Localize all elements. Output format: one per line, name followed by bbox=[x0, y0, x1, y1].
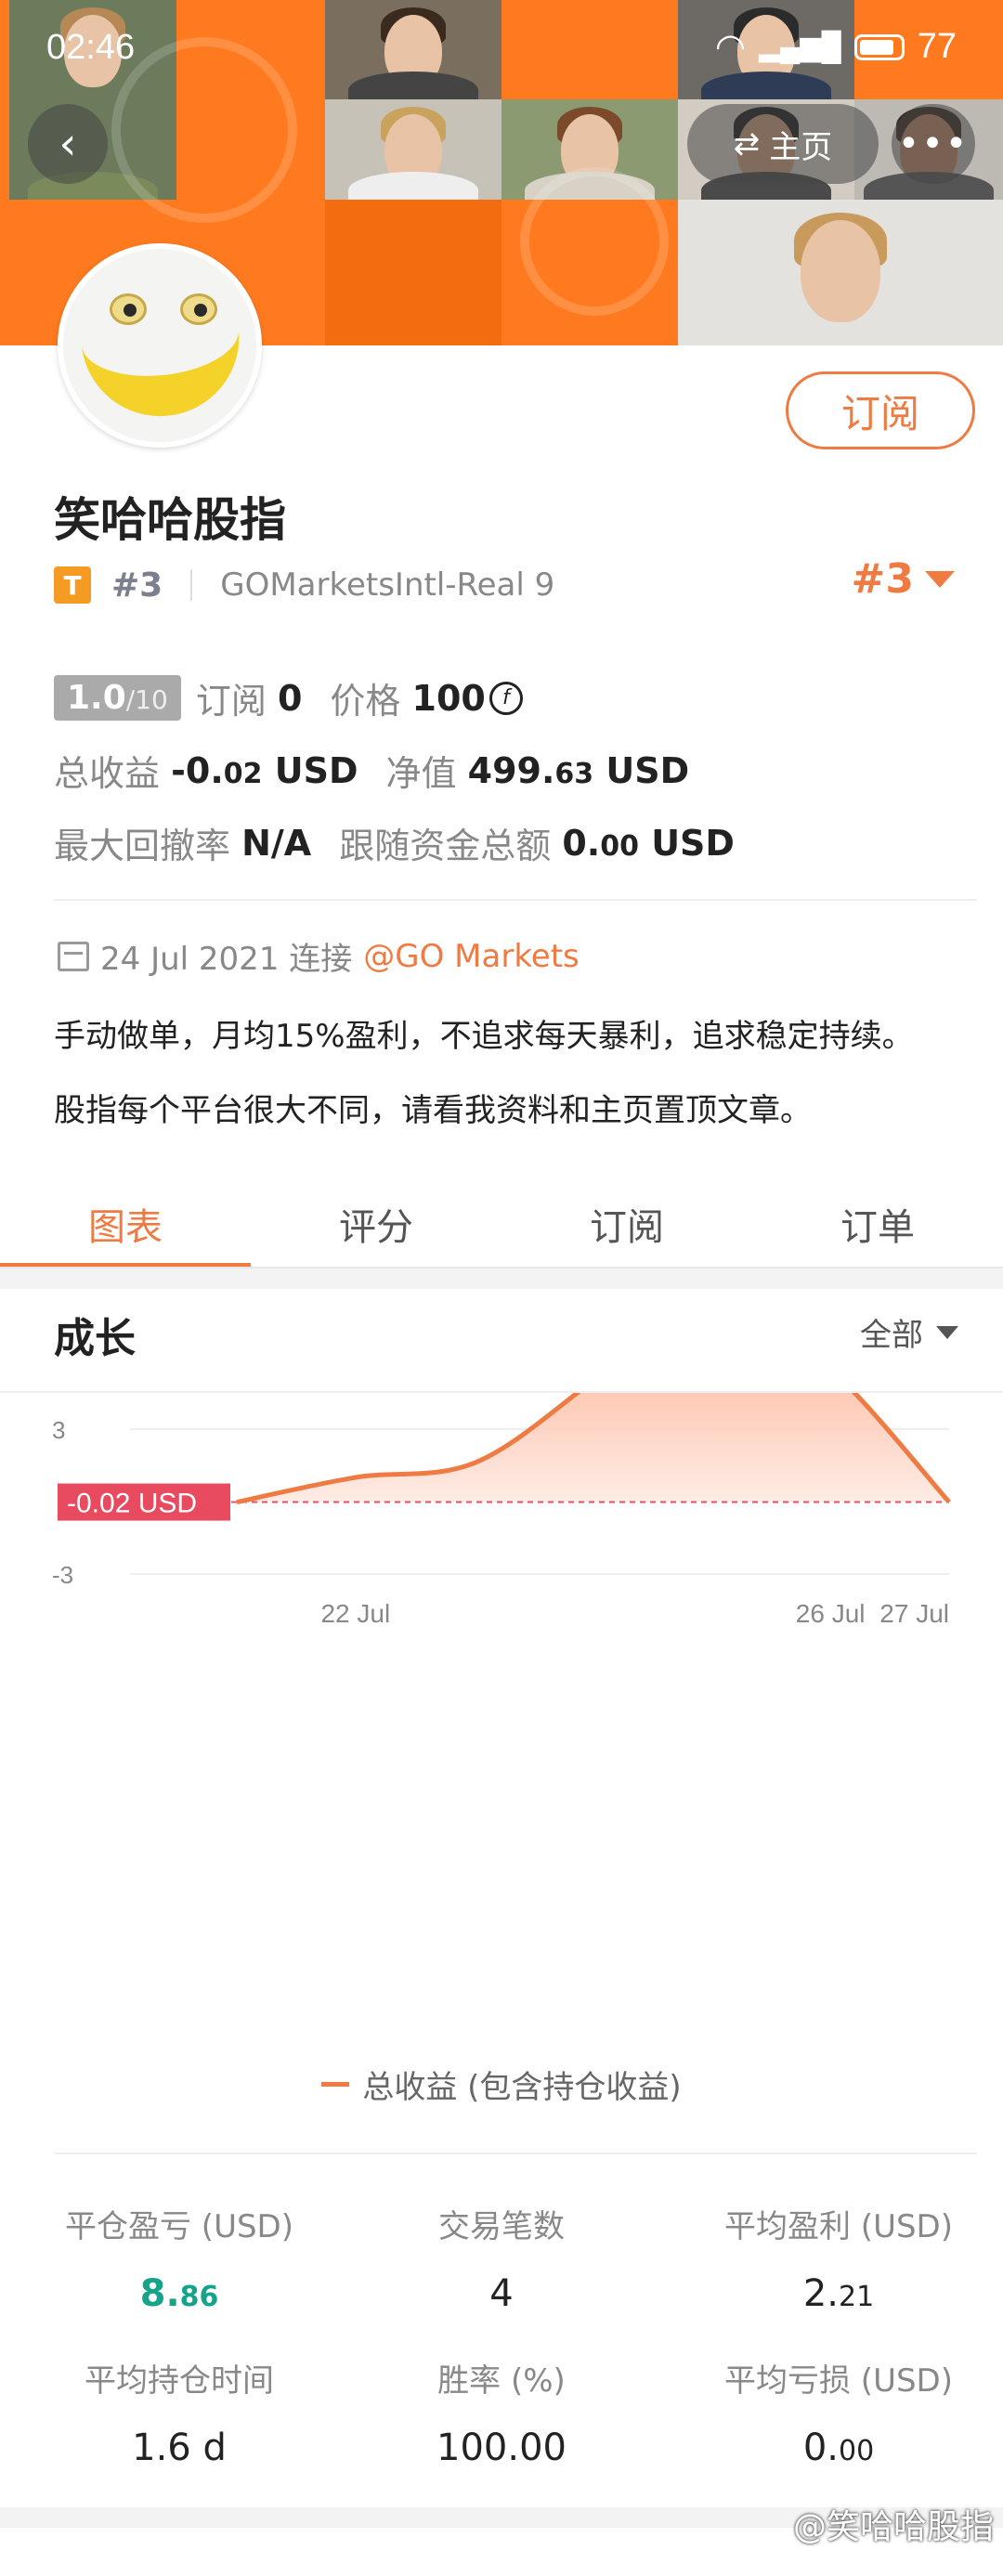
connection-info: 24 Jul 2021 连接 @GO Markets bbox=[58, 933, 580, 979]
banana-smile bbox=[78, 296, 247, 424]
tab-orders[interactable]: 订单 bbox=[752, 1179, 1003, 1268]
swap-icon: ⇄ bbox=[733, 125, 761, 163]
y-tick-label: 3 bbox=[52, 1416, 65, 1444]
rank-small: #3 bbox=[111, 566, 163, 605]
follow-value: 0.00 USD bbox=[562, 822, 735, 864]
stats-row-1: 1.0/10 订阅 0 价格 100 f bbox=[54, 672, 523, 723]
metric-value: 8.86 bbox=[139, 2272, 219, 2315]
subscribe-button[interactable]: 订阅 bbox=[786, 371, 975, 449]
metric-win-rate: 胜率 (%) 100.00 bbox=[348, 2355, 655, 2469]
tab-rating[interactable]: 评分 bbox=[251, 1179, 502, 1268]
x-tick-label: 22 Jul bbox=[320, 1599, 390, 1628]
avatar bbox=[58, 243, 262, 448]
signal-icon: ▂▄▆█ bbox=[759, 32, 841, 62]
metric-label: 平仓盈亏 (USD) bbox=[65, 2208, 293, 2245]
tab-bar: 图表 评分 订阅 订单 bbox=[0, 1179, 1003, 1268]
range-label: 全部 bbox=[860, 1317, 923, 1354]
tier-badge: T bbox=[54, 566, 91, 604]
caret-down-icon bbox=[936, 1325, 958, 1339]
status-icons: ◠ ▂▄▆█ 77 bbox=[715, 26, 957, 68]
tab-chart[interactable]: 图表 bbox=[0, 1179, 251, 1268]
metric-closed-pnl: 平仓盈亏 (USD) 8.86 bbox=[26, 2201, 332, 2315]
metric-trade-count: 交易笔数 4 bbox=[348, 2201, 655, 2315]
metric-avg-loss: 平均亏损 (USD) 0.00 bbox=[685, 2355, 992, 2469]
metric-value: 2.21 bbox=[802, 2272, 875, 2315]
subs-label: 订阅 bbox=[195, 681, 267, 722]
metric-avg-hold-time: 平均持仓时间 1.6 d bbox=[26, 2355, 332, 2469]
wifi-icon: ◠ bbox=[714, 28, 747, 67]
status-time: 02:46 bbox=[46, 28, 136, 67]
home-button[interactable]: ⇄ 主页 bbox=[687, 104, 879, 184]
banner-tile bbox=[325, 200, 502, 345]
x-tick-label: 27 Jul bbox=[879, 1599, 949, 1628]
battery-level: 77 bbox=[917, 27, 957, 66]
range-dropdown[interactable]: 全部 bbox=[860, 1309, 958, 1355]
metric-value: 100.00 bbox=[436, 2426, 567, 2469]
status-bar: 02:46 ◠ ▂▄▆█ 77 bbox=[0, 0, 1003, 97]
chevron-left-icon: ‹ bbox=[59, 118, 77, 170]
legend-label: 总收益 (包含持仓收益) bbox=[362, 2069, 682, 2106]
connected-date: 24 Jul 2021 连接 bbox=[100, 941, 353, 978]
meta-separator bbox=[190, 569, 193, 601]
reference-label: -0.02 USD bbox=[67, 1489, 197, 1519]
rank-dropdown[interactable]: #3 bbox=[852, 555, 955, 603]
home-button-label: 主页 bbox=[769, 128, 833, 166]
tab-subscribe[interactable]: 订阅 bbox=[502, 1179, 752, 1268]
profile-name: 笑哈哈股指 bbox=[54, 493, 286, 547]
metric-label: 平均持仓时间 bbox=[85, 2362, 274, 2400]
metric-value: 4 bbox=[489, 2272, 514, 2315]
description-line: 手动做单，月均15%盈利，不追求每天暴利，追求稳定持续。 bbox=[54, 1018, 914, 1055]
battery-icon bbox=[853, 33, 905, 60]
banner-pattern bbox=[520, 167, 669, 316]
growth-title: 成长 bbox=[54, 1315, 136, 1362]
section-gap bbox=[0, 1268, 1003, 1289]
account-name: GOMarketsIntl-Real 9 bbox=[220, 566, 555, 604]
calendar-icon bbox=[58, 941, 89, 971]
profile-meta: T #3 GOMarketsIntl-Real 9 bbox=[54, 565, 554, 605]
divider bbox=[54, 899, 977, 901]
more-button[interactable]: ••• bbox=[892, 104, 975, 184]
rank-big-value: #3 bbox=[851, 555, 914, 603]
metric-label: 胜率 (%) bbox=[437, 2362, 566, 2400]
growth-area bbox=[237, 1393, 949, 1503]
equity-value: 499.63 USD bbox=[467, 749, 690, 791]
price-label: 价格 bbox=[330, 681, 401, 722]
subs-value: 0 bbox=[277, 677, 303, 719]
metric-label: 平均盈利 (USD) bbox=[724, 2208, 953, 2245]
legend-swatch bbox=[321, 2082, 350, 2087]
growth-chart: 963-3 22 Jul26 Jul27 Jul -0.02 USD bbox=[52, 1393, 951, 1628]
coin-icon: f bbox=[488, 681, 523, 715]
metric-label: 交易笔数 bbox=[438, 2208, 565, 2245]
equity-label: 净值 bbox=[385, 753, 457, 794]
stats-row-3: 最大回撤率 N/A 跟随资金总额 0.00 USD bbox=[54, 817, 735, 868]
metric-label: 平均亏损 (USD) bbox=[724, 2362, 953, 2400]
follow-label: 跟随资金总额 bbox=[339, 826, 552, 866]
drawdown-value: N/A bbox=[241, 822, 312, 864]
score-badge: 1.0/10 bbox=[54, 675, 181, 721]
total-profit-label: 总收益 bbox=[54, 753, 161, 794]
metric-value: 0.00 bbox=[802, 2426, 875, 2469]
metric-value: 1.6 d bbox=[132, 2426, 227, 2469]
banner-photo bbox=[325, 99, 502, 200]
price-value: 100 bbox=[411, 677, 486, 719]
metrics-grid: 平仓盈亏 (USD) 8.86 交易笔数 4 平均盈利 (USD) 2.21 平… bbox=[54, 2153, 977, 2487]
back-button[interactable]: ‹ bbox=[28, 104, 108, 184]
total-profit-value: -0.02 USD bbox=[171, 749, 358, 791]
stats-row-2: 总收益 -0.02 USD 净值 499.63 USD bbox=[54, 745, 689, 796]
y-tick-label: -3 bbox=[52, 1561, 73, 1589]
x-tick-label: 26 Jul bbox=[796, 1599, 866, 1628]
metric-avg-profit: 平均盈利 (USD) 2.21 bbox=[685, 2201, 992, 2315]
banner-photo bbox=[678, 200, 1003, 345]
watermark: @笑哈哈股指 bbox=[792, 2508, 994, 2546]
description-line: 股指每个平台很大不同，请看我资料和主页置顶文章。 bbox=[54, 1092, 812, 1129]
broker-link[interactable]: @GO Markets bbox=[363, 938, 580, 975]
chart-legend: 总收益 (包含持仓收益) bbox=[0, 2062, 1003, 2107]
caret-down-icon bbox=[925, 570, 955, 588]
more-dots-icon: ••• bbox=[897, 123, 970, 165]
drawdown-label: 最大回撤率 bbox=[54, 826, 231, 866]
